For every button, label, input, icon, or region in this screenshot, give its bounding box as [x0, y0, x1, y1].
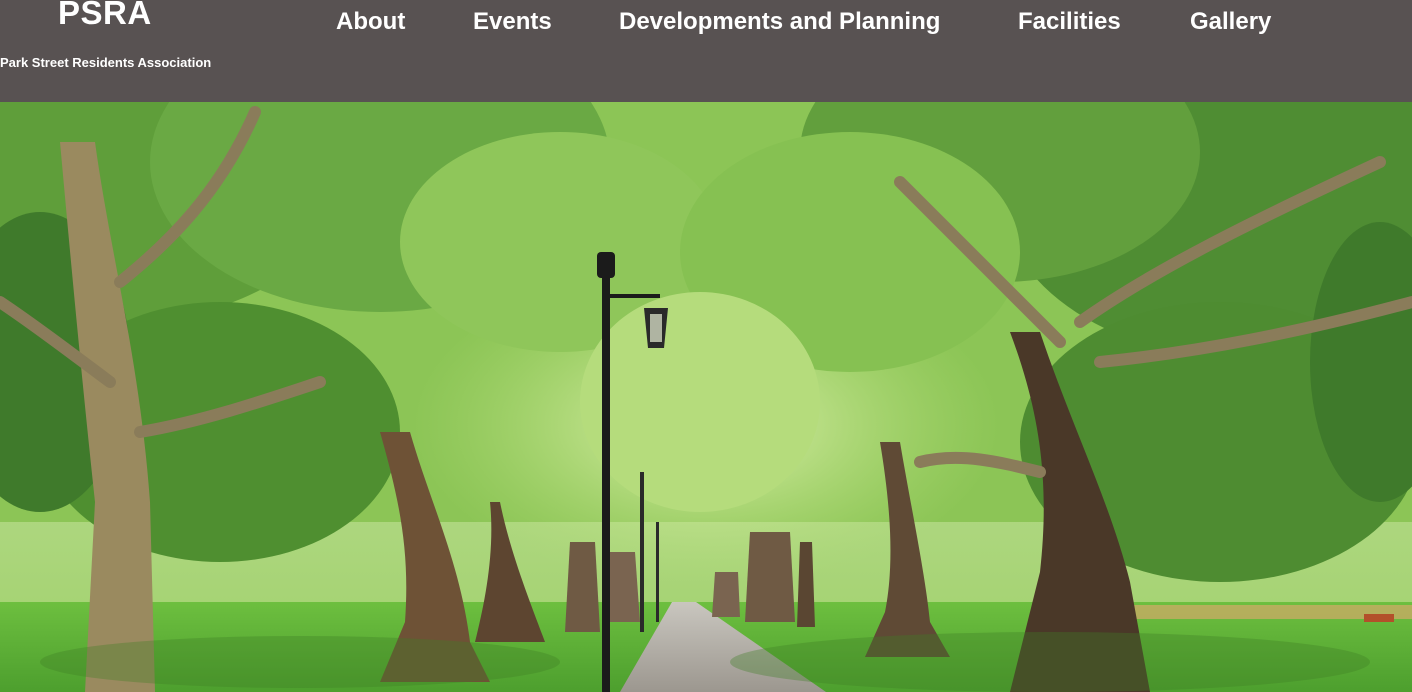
- nav-item-gallery[interactable]: Gallery: [1190, 8, 1271, 36]
- site-title[interactable]: PSRA: [58, 0, 152, 32]
- nav-item-developments-and-planning[interactable]: Developments and Planning: [619, 8, 940, 36]
- nav-item-about[interactable]: About: [336, 8, 405, 36]
- bench: [1364, 614, 1394, 622]
- hero-image: [0, 102, 1412, 692]
- park-avenue-photo: [0, 102, 1412, 692]
- site-header: PSRA Park Street Residents Association A…: [0, 0, 1412, 102]
- nav-item-facilities[interactable]: Facilities: [1018, 8, 1121, 36]
- nav-item-events[interactable]: Events: [473, 8, 552, 36]
- site-subtitle: Park Street Residents Association: [0, 55, 212, 70]
